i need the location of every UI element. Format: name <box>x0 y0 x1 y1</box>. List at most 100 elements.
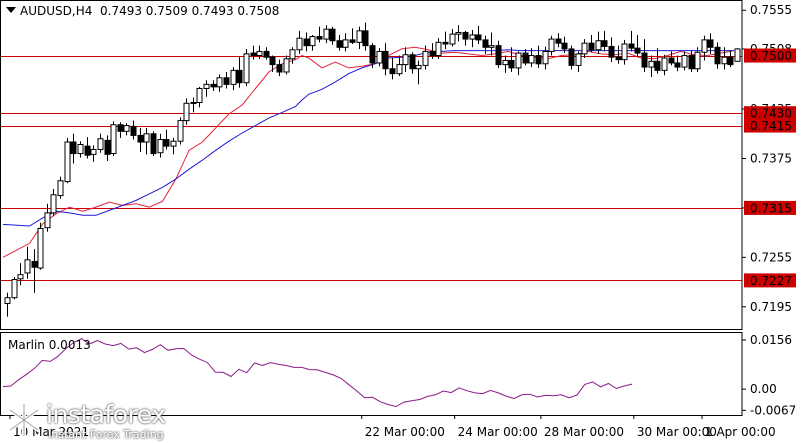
candle <box>714 42 721 69</box>
logo-name: instaforex <box>46 400 166 429</box>
instaforex-logo: instaforex Instant Forex Trading <box>0 398 180 443</box>
candle-up <box>435 41 442 57</box>
candle-down <box>727 56 734 66</box>
candle-down <box>442 41 449 45</box>
candle-up <box>57 180 64 197</box>
candle-up <box>157 139 164 154</box>
candle <box>296 30 303 54</box>
candle <box>57 176 64 199</box>
candle <box>681 51 688 71</box>
candle-up <box>422 50 429 66</box>
candle-up <box>661 57 668 71</box>
candle-up <box>396 64 403 75</box>
candle-down <box>117 124 124 132</box>
candle-down <box>535 55 542 65</box>
candle <box>303 32 310 52</box>
candle-down <box>163 139 170 147</box>
candle <box>117 122 124 138</box>
candle-down <box>429 50 436 57</box>
support-resistance-levels <box>1 56 742 281</box>
candle <box>522 48 529 66</box>
candle-down <box>263 50 270 58</box>
candle <box>608 37 615 63</box>
price-chart-canvas[interactable]: 0.75550.74350.73750.73150.72550.71950.01… <box>0 0 802 443</box>
candle-up <box>143 133 150 143</box>
candle-up <box>515 52 522 69</box>
candle <box>727 50 734 68</box>
candle-up <box>44 212 51 229</box>
candle <box>376 48 383 67</box>
candle <box>177 117 184 145</box>
candle <box>442 31 449 49</box>
candle <box>356 26 363 49</box>
candle <box>64 137 71 184</box>
candle-down <box>236 69 243 84</box>
candle-down <box>462 31 469 40</box>
candle <box>170 137 177 155</box>
candle <box>11 277 18 300</box>
candle-up <box>575 53 582 66</box>
candle-down <box>482 39 489 48</box>
price-tick-label: 0.7195 <box>750 300 792 314</box>
price-tick-label: 0.7555 <box>750 3 792 17</box>
chart-header: AUDUSD,H4 0.7493 0.7509 0.7493 0.7508 <box>6 4 279 18</box>
collapse-triangle-icon[interactable] <box>6 7 16 13</box>
candle <box>621 39 628 65</box>
candle <box>329 26 336 45</box>
candle <box>435 38 442 59</box>
candle <box>415 60 422 85</box>
candle <box>601 30 608 52</box>
candle <box>110 121 117 157</box>
candle-up <box>283 58 290 73</box>
candle-up <box>309 36 316 47</box>
candle-up <box>528 55 535 64</box>
candle <box>475 25 482 45</box>
candle <box>196 86 203 108</box>
candle <box>469 30 476 48</box>
candle <box>316 26 323 43</box>
candle <box>37 222 44 270</box>
candle-down <box>250 52 257 57</box>
candle <box>50 188 57 217</box>
candle-down <box>654 60 661 71</box>
candle <box>17 263 24 286</box>
candle <box>535 45 542 68</box>
candle-down <box>628 43 635 49</box>
candle-up <box>548 38 555 52</box>
candle-down <box>561 42 568 50</box>
candle-up <box>177 120 184 142</box>
candle-down <box>223 77 230 85</box>
candle-up <box>449 33 456 45</box>
candle-up <box>734 48 741 62</box>
level-label: 0.7415 <box>750 119 792 133</box>
candle <box>628 30 635 52</box>
candle-down <box>389 68 396 75</box>
candle <box>309 34 316 51</box>
candle-down <box>303 38 310 47</box>
candle-up <box>469 34 476 40</box>
candle <box>575 51 582 73</box>
oscillator-tick-label: 0.00 <box>750 382 777 396</box>
candle <box>97 133 104 153</box>
candle <box>734 48 741 62</box>
candle-down <box>130 125 137 136</box>
candlestick-series <box>4 22 741 317</box>
candle-up <box>621 43 628 61</box>
price-tick-label: 0.7255 <box>750 250 792 264</box>
candle-up <box>190 101 197 104</box>
candle-up <box>581 42 588 55</box>
oscillator-tick-label: -0.0067 <box>750 403 796 417</box>
level-label: 0.7227 <box>750 274 792 288</box>
candle-down <box>137 134 144 143</box>
level-label: 0.7500 <box>750 49 792 63</box>
candle <box>203 80 210 97</box>
candle-down <box>495 45 502 66</box>
candle-up <box>4 297 11 304</box>
candle-down <box>568 48 575 66</box>
candle-down <box>104 139 111 155</box>
candle-down <box>601 40 608 47</box>
candle <box>542 46 549 70</box>
candle-down <box>70 141 77 155</box>
candle <box>508 47 515 73</box>
candle-up <box>694 51 701 70</box>
